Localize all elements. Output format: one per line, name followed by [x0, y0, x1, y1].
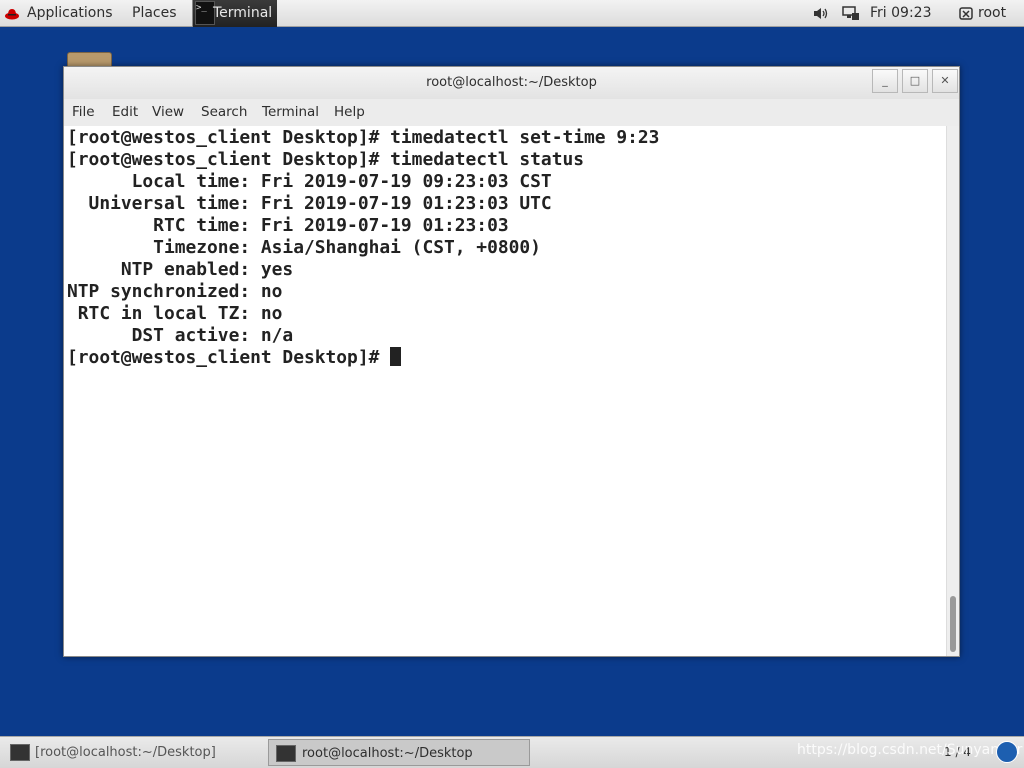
terminal-prompt: [root@westos_client Desktop]# — [67, 347, 391, 368]
terminal-output-area[interactable]: [root@westos_client Desktop]# timedatect… — [64, 126, 946, 656]
terminal-scrollbar[interactable] — [946, 126, 959, 656]
close-button[interactable]: ✕ — [932, 69, 958, 93]
menu-edit[interactable]: Edit — [112, 99, 138, 126]
terminal-line: NTP enabled: yes — [67, 259, 294, 280]
taskbar-window-2-label: root@localhost:~/Desktop — [302, 746, 473, 761]
applications-menu[interactable]: Applications — [27, 0, 113, 27]
terminal-line: Local time: Fri 2019-07-19 09:23:03 CST — [67, 171, 552, 192]
taskbar-window-1[interactable]: [root@localhost:~/Desktop] — [5, 739, 264, 766]
scrollbar-thumb[interactable] — [950, 596, 956, 652]
terminal-line: DST active: n/a — [67, 325, 294, 346]
taskbar-window-2[interactable]: root@localhost:~/Desktop — [268, 739, 530, 766]
top-panel: Applications Places >_ Terminal Fri 09:2… — [0, 0, 1024, 27]
menu-terminal[interactable]: Terminal — [262, 99, 319, 126]
bottom-taskbar: [root@localhost:~/Desktop] root@localhos… — [0, 736, 1024, 768]
menu-bar: File Edit View Search Terminal Help — [64, 99, 959, 126]
terminal-line: Universal time: Fri 2019-07-19 01:23:03 … — [67, 193, 552, 214]
terminal-icon — [10, 744, 30, 761]
terminal-icon — [276, 745, 296, 762]
terminal-line: RTC in local TZ: no — [67, 303, 283, 324]
terminal-line: Timezone: Asia/Shanghai (CST, +0800) — [67, 237, 541, 258]
window-title: root@localhost:~/Desktop — [426, 75, 597, 90]
network-icon[interactable] — [842, 6, 860, 21]
taskbar-window-1-label: [root@localhost:~/Desktop] — [35, 745, 216, 760]
maximize-button[interactable]: □ — [902, 69, 928, 93]
terminal-app-menu[interactable]: >_ Terminal — [192, 0, 277, 27]
terminal-window: root@localhost:~/Desktop _ □ ✕ File Edit… — [63, 66, 960, 657]
menu-file[interactable]: File — [72, 99, 95, 126]
terminal-line: [root@westos_client Desktop]# timedatect… — [67, 149, 585, 170]
terminal-line: NTP synchronized: no — [67, 281, 283, 302]
watermark-text: https://blog.csdn.net/Sunyanger — [797, 742, 1023, 758]
clock[interactable]: Fri 09:23 — [870, 0, 931, 27]
terminal-line: RTC time: Fri 2019-07-19 01:23:03 — [67, 215, 509, 236]
terminal-text: [root@westos_client Desktop]# timedatect… — [67, 127, 659, 369]
redhat-icon — [5, 9, 19, 20]
terminal-app-label: Terminal — [213, 5, 273, 21]
workspace-switcher-icon[interactable] — [996, 741, 1018, 763]
minimize-button[interactable]: _ — [872, 69, 898, 93]
user-menu[interactable]: root — [978, 0, 1006, 27]
terminal-cursor — [390, 347, 402, 366]
menu-search[interactable]: Search — [201, 99, 247, 126]
user-icon — [959, 7, 973, 20]
window-titlebar[interactable]: root@localhost:~/Desktop _ □ ✕ — [64, 67, 959, 99]
terminal-line: [root@westos_client Desktop]# timedatect… — [67, 127, 660, 148]
menu-help[interactable]: Help — [334, 99, 365, 126]
places-menu[interactable]: Places — [132, 0, 177, 27]
menu-view[interactable]: View — [152, 99, 184, 126]
volume-icon[interactable] — [813, 7, 829, 20]
terminal-icon: >_ — [195, 1, 215, 25]
